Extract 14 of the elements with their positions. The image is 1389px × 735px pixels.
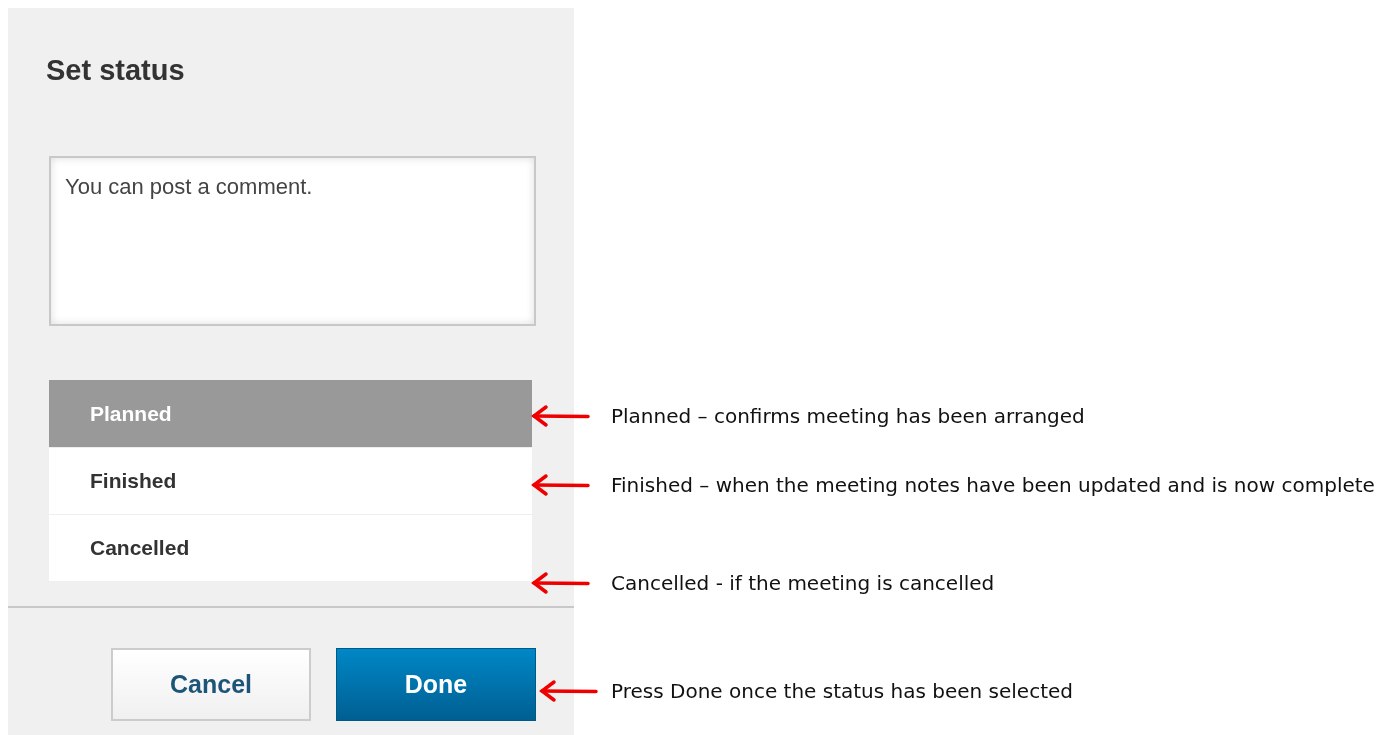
- pointer-arrow: [530, 473, 590, 497]
- status-option[interactable]: Finished: [49, 447, 532, 514]
- annotation-text: Planned – confirms meeting has been arranged: [611, 402, 1085, 430]
- status-option[interactable]: Cancelled: [49, 514, 532, 581]
- pointer-arrow: [530, 571, 590, 595]
- annotation-text: Cancelled - if the meeting is cancelled: [611, 569, 995, 597]
- pointer-arrow: [530, 404, 590, 428]
- dialog-title: Set status: [46, 53, 185, 87]
- annotation-text: Press Done once the status has been selected: [611, 677, 1073, 705]
- comment-field[interactable]: You can post a comment.: [49, 156, 536, 326]
- pointer-arrow: [538, 679, 598, 703]
- annotation-text: Finished – when the meeting notes have been updated and is now complete: [611, 471, 1375, 499]
- done-button[interactable]: Done: [336, 648, 536, 721]
- cancel-button[interactable]: Cancel: [111, 648, 311, 721]
